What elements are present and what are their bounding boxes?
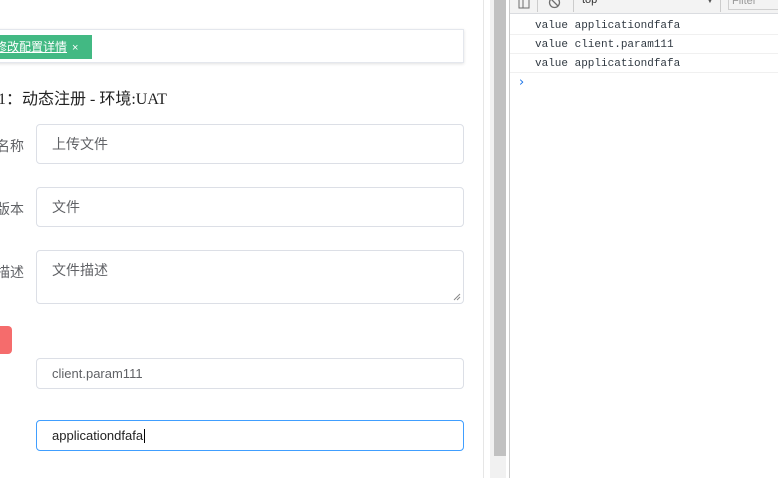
tag-close-icon[interactable]: ×	[72, 42, 78, 54]
tag-label[interactable]: 修改配置详情	[0, 40, 67, 54]
sidebar-toggle-icon[interactable]	[518, 0, 530, 9]
filter-input[interactable]: Filter	[728, 0, 778, 10]
console-toolbar: top ▼ Filter	[510, 0, 778, 14]
field-label-version: 版本	[0, 201, 24, 217]
console-log-line: value client.param111	[510, 36, 778, 54]
clear-console-icon[interactable]	[548, 0, 561, 9]
context-select[interactable]: top	[582, 0, 597, 6]
param-value-2: applicationdfafa	[52, 428, 144, 443]
console-prompt-icon[interactable]: ›	[519, 75, 524, 90]
tags-view-bar: 修改配置详情 ×	[0, 29, 464, 63]
version-input-value: 文件	[52, 199, 80, 215]
description-textarea[interactable]: 文件描述	[36, 250, 464, 304]
app-pane: 修改配置详情 × 1：动态注册 - 环境:UAT 名称 上传文件 版本 文件 描述…	[0, 0, 483, 478]
description-value: 文件描述	[52, 262, 108, 278]
env-heading: 1：动态注册 - 环境:UAT	[0, 91, 167, 108]
scrollbar-thumb[interactable]	[494, 0, 506, 456]
chevron-down-icon[interactable]: ▼	[706, 0, 714, 5]
console-log-line: value applicationdfafa	[510, 17, 778, 35]
toolbar-separator	[573, 0, 574, 12]
param-input-2[interactable]: applicationdfafa	[36, 420, 464, 451]
delete-param-button[interactable]	[0, 326, 12, 354]
param-value-1: client.param111	[52, 366, 143, 381]
version-input[interactable]: 文件	[36, 187, 464, 227]
console-log-line: value applicationdfafa	[510, 55, 778, 73]
pane-border	[483, 0, 484, 478]
field-label-description: 描述	[0, 264, 24, 280]
text-caret	[144, 428, 146, 443]
field-label-name: 名称	[0, 138, 24, 154]
devtools-console: top ▼ Filter value applicationdfafa valu…	[510, 0, 778, 478]
toolbar-separator	[720, 0, 721, 12]
resize-handle-icon[interactable]	[453, 293, 461, 301]
name-input-value: 上传文件	[52, 136, 108, 152]
toolbar-separator	[537, 0, 538, 12]
active-tag[interactable]: 修改配置详情 ×	[0, 35, 93, 59]
param-input-1[interactable]: client.param111	[36, 358, 464, 389]
name-input[interactable]: 上传文件	[36, 124, 464, 164]
